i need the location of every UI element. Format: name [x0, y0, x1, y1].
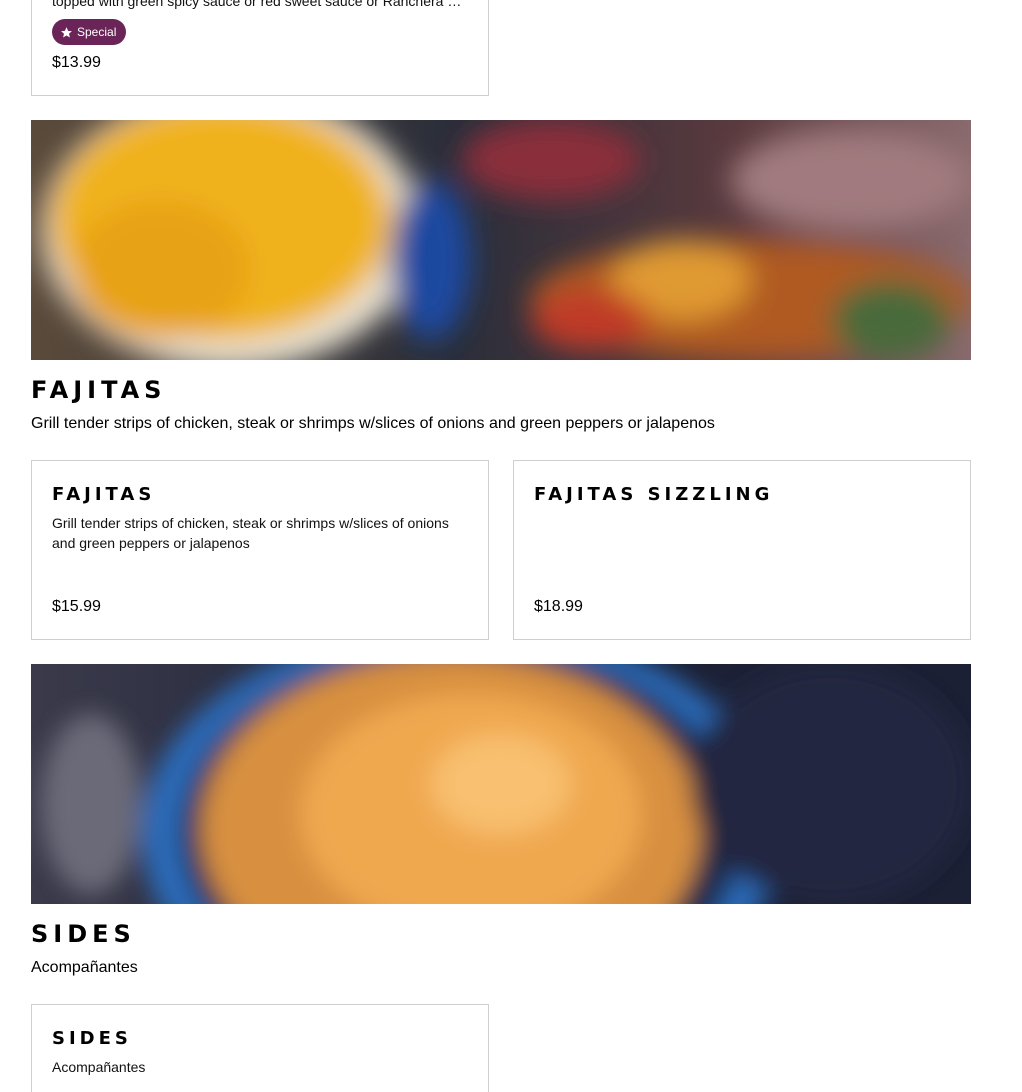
menu-item-card-fajitas-sizzling[interactable]: FAJITAS SIZZLING $18.99: [513, 460, 971, 640]
menu-item-title: FAJITAS SIZZLING: [534, 484, 774, 505]
section-description-fajitas: Grill tender strips of chicken, steak or…: [31, 415, 715, 432]
menu-item-card-fajitas[interactable]: FAJITAS Grill tender strips of chicken, …: [31, 460, 489, 640]
badge-label: Special: [77, 25, 117, 39]
star-icon: [60, 26, 73, 39]
menu-page: topped with green spicy sauce or red swe…: [0, 0, 1022, 1092]
fajitas-banner-image: [31, 120, 971, 360]
menu-item-price: $13.99: [52, 54, 101, 71]
special-badge: Special: [52, 19, 127, 45]
menu-item-description: Grill tender strips of chicken, steak or…: [52, 515, 449, 551]
menu-item-card-sides[interactable]: SIDES Acompañantes: [31, 1004, 489, 1092]
section-title-fajitas: FAJITAS: [31, 376, 167, 404]
menu-item-description: Acompañantes: [52, 1059, 146, 1075]
menu-item-title: FAJITAS: [52, 484, 156, 505]
menu-item-title: SIDES: [52, 1028, 132, 1049]
section-title-sides: SIDES: [31, 920, 136, 948]
sides-banner-image: [31, 664, 971, 904]
menu-item-description: topped with green spicy sauce or red swe…: [52, 0, 462, 9]
section-description-sides: Acompañantes: [31, 959, 138, 976]
menu-item-price: $18.99: [534, 598, 583, 615]
menu-item-card-special[interactable]: topped with green spicy sauce or red swe…: [31, 0, 489, 96]
menu-item-price: $15.99: [52, 598, 101, 615]
